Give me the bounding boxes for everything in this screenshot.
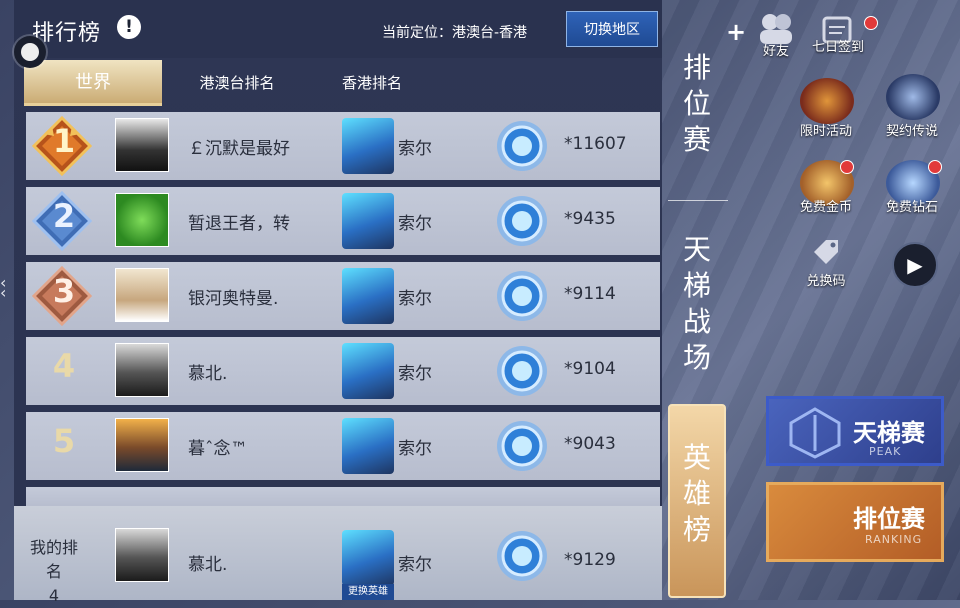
contract-legend-icon[interactable]	[886, 74, 940, 120]
my-score: *9129	[564, 550, 616, 570]
hero-portrait-icon	[342, 193, 394, 249]
ladder-match-button[interactable]: 天梯赛 PEAK	[766, 396, 944, 466]
diamond-medal-icon	[497, 421, 547, 471]
limited-event-label: 限时活动	[799, 124, 852, 139]
hero-name: 索尔	[398, 289, 432, 309]
location-text: 当前定位：港澳台-香港	[382, 25, 528, 41]
tab-ladder-battle[interactable]: 天 梯 战 场	[668, 232, 726, 374]
notification-dot	[928, 160, 942, 174]
ladder-emblem-icon	[789, 407, 841, 459]
switch-region-button[interactable]: 切换地区	[566, 11, 658, 47]
rank-number: 2	[52, 197, 76, 235]
table-row[interactable]: 5 暮ˆ念™ 索尔 *9043	[26, 412, 660, 480]
gift-tag-icon[interactable]	[810, 238, 840, 268]
contract-legend-label: 契约传说	[885, 124, 938, 139]
sound-toggle-icon[interactable]: ▶	[892, 242, 938, 288]
diamond-medal-icon	[497, 531, 547, 581]
tab-ranked-match-label: 排 位 赛	[682, 51, 711, 156]
hero-portrait-icon	[342, 343, 394, 399]
ranked-match-button[interactable]: 排位赛 RANKING	[766, 482, 944, 562]
collapse-arrow-icon[interactable]: ‹ ‹	[0, 275, 6, 301]
player-name: 暮ˆ念™	[188, 439, 248, 459]
tab-hero-ranking[interactable]: 英 雄 榜	[668, 404, 726, 598]
score: *9114	[564, 284, 616, 304]
info-icon[interactable]: !	[117, 15, 141, 39]
rank-number: 4	[52, 347, 76, 385]
divider	[668, 200, 728, 201]
avatar[interactable]	[115, 418, 169, 472]
hero-portrait-icon	[342, 268, 394, 324]
diamond-medal-icon	[497, 346, 547, 396]
table-row[interactable]	[26, 487, 660, 507]
score: *9043	[564, 434, 616, 454]
avatar[interactable]	[115, 268, 169, 322]
my-hero-name: 索尔	[398, 555, 432, 575]
region-tabs: 世界 港澳台排名 香港排名	[24, 60, 658, 106]
my-player-name: 慕北.	[188, 555, 228, 575]
free-gold-label: 免费金币	[799, 200, 852, 215]
tab-ladder-battle-label: 天 梯 战 场	[682, 233, 711, 374]
hero-name: 索尔	[398, 439, 432, 459]
my-rank-label: 我的排名 4	[26, 536, 82, 608]
score: *9104	[564, 359, 616, 379]
notification-dot	[840, 160, 854, 174]
hero-portrait-icon	[342, 118, 394, 174]
my-hero-portrait-icon[interactable]	[342, 530, 394, 586]
table-row[interactable]: 4 慕北. 索尔 *9104	[26, 337, 660, 405]
table-row[interactable]: 1 ￡沉默是最好 索尔 *11607	[26, 112, 660, 180]
tab-hero-ranking-label: 英 雄 榜	[682, 441, 711, 546]
free-diamond-label: 免费钻石	[885, 200, 938, 215]
score: *11607	[564, 134, 627, 154]
panel-header: 排行榜 ! 当前定位：港澳台-香港 切换地区	[14, 0, 662, 58]
ladder-match-subtitle: PEAK	[869, 445, 902, 458]
ranked-match-subtitle: RANKING	[865, 533, 923, 546]
tab-hongkong[interactable]: 香港排名	[312, 60, 432, 106]
seven-day-signin-label: 七日签到	[811, 40, 864, 55]
tab-world[interactable]: 世界	[24, 60, 162, 106]
avatar[interactable]	[115, 343, 169, 397]
score: *9435	[564, 209, 616, 229]
hero-name: 索尔	[398, 139, 432, 159]
avatar[interactable]	[115, 193, 169, 247]
my-rank-title: 我的排名	[29, 538, 78, 581]
player-name: 暂退王者，转	[188, 214, 290, 234]
hero-name: 索尔	[398, 364, 432, 384]
ladder-match-title: 天梯赛	[853, 419, 925, 447]
floating-assist-button[interactable]	[14, 36, 46, 68]
player-name: 银河奥特曼.	[188, 289, 279, 309]
diamond-medal-icon	[497, 196, 547, 246]
avatar[interactable]	[115, 118, 169, 172]
change-hero-button[interactable]: 更换英雄	[342, 584, 394, 600]
my-rank-number: 4	[48, 586, 60, 605]
hero-portrait-icon	[342, 418, 394, 474]
rank-number: 5	[52, 422, 76, 460]
tab-hk-macau-taiwan[interactable]: 港澳台排名	[172, 60, 302, 106]
my-avatar[interactable]	[115, 528, 169, 582]
rank-number: 1	[52, 122, 76, 160]
limited-event-icon[interactable]	[800, 78, 854, 124]
hero-name: 索尔	[398, 214, 432, 234]
diamond-medal-icon	[497, 271, 547, 321]
player-name: ￡沉默是最好	[188, 139, 290, 159]
diamond-medal-icon	[497, 121, 547, 171]
table-row[interactable]: 3 银河奥特曼. 索尔 *9114	[26, 262, 660, 330]
my-rank-bar: 我的排名 4 慕北. 更换英雄 索尔 *9129	[14, 506, 662, 605]
notification-dot	[864, 16, 878, 30]
tab-ranked-match[interactable]: 排 位 赛	[668, 50, 726, 160]
player-name: 慕北.	[188, 364, 228, 384]
table-row[interactable]: 2 暂退王者，转 索尔 *9435	[26, 187, 660, 255]
ranked-match-title: 排位赛	[853, 505, 925, 533]
rank-number: 3	[52, 272, 76, 310]
redeem-code-label: 兑换码	[806, 274, 846, 289]
